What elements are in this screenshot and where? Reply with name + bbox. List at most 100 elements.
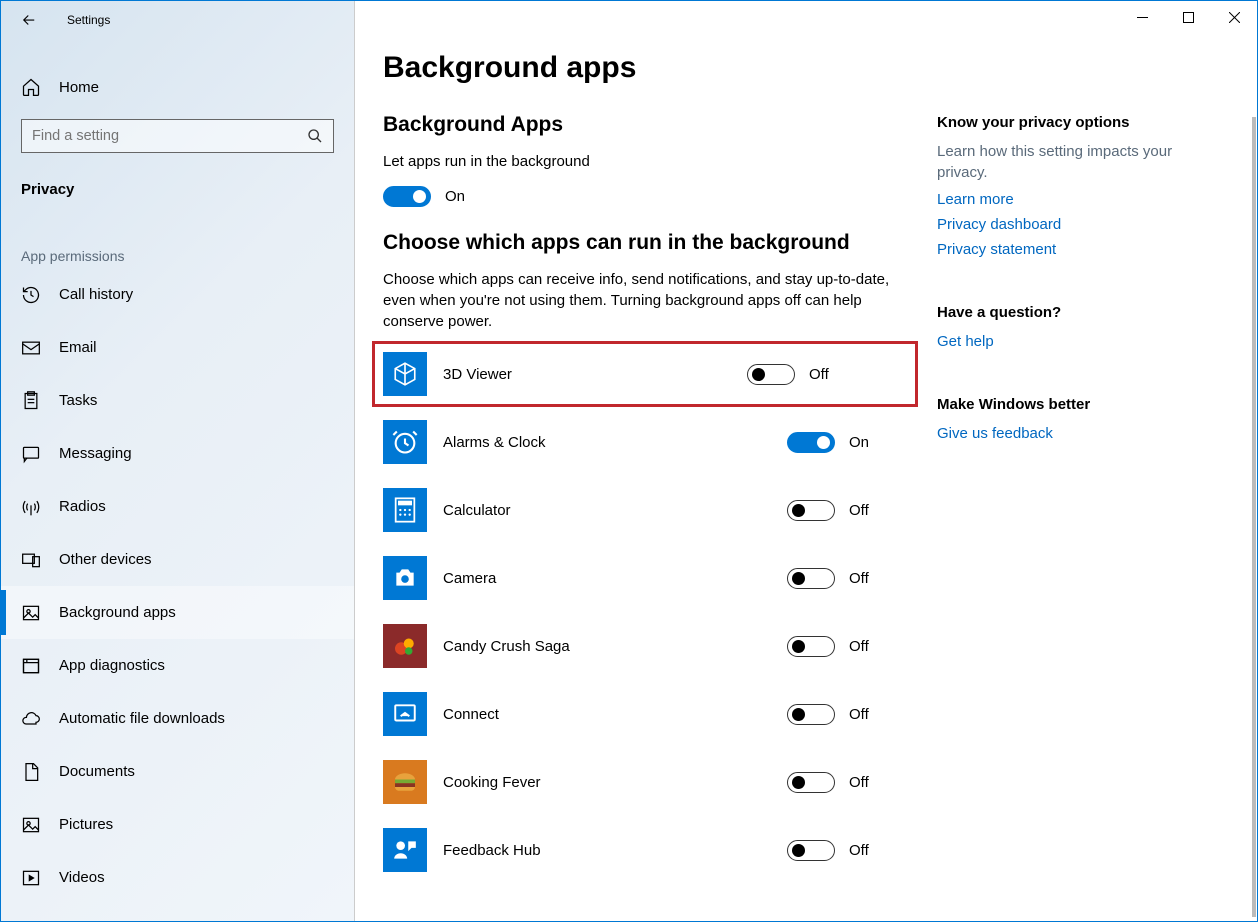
sidebar-item-background-apps[interactable]: Background apps: [1, 586, 354, 639]
search-input[interactable]: [32, 128, 307, 144]
app-row-feedback-hub: Feedback Hub Off: [383, 828, 907, 872]
privacy-options-desc: Learn how this setting impacts your priv…: [937, 141, 1217, 183]
close-button[interactable]: [1211, 1, 1257, 33]
app-name-label: 3D Viewer: [443, 366, 731, 383]
app-name-label: Connect: [443, 706, 771, 723]
minimize-button[interactable]: [1119, 1, 1165, 33]
sidebar-item-other-devices[interactable]: Other devices: [1, 533, 354, 586]
sidebar-item-label: Tasks: [59, 392, 97, 409]
sidebar-item-app-diagnostics[interactable]: App diagnostics: [1, 639, 354, 692]
sidebar-item-messaging[interactable]: Messaging: [1, 427, 354, 480]
sidebar: Settings Home Privacy App permissions Ca…: [1, 1, 355, 921]
home-label: Home: [59, 79, 99, 96]
sidebar-item-tasks[interactable]: Tasks: [1, 374, 354, 427]
sidebar-item-videos[interactable]: Videos: [1, 851, 354, 904]
right-sidebar: Know your privacy options Learn how this…: [937, 51, 1217, 921]
picture-icon: [21, 815, 41, 835]
clipboard-icon: [21, 391, 41, 411]
feedback-icon: [383, 828, 427, 872]
app-name-label: Candy Crush Saga: [443, 638, 771, 655]
section-label: App permissions: [1, 208, 354, 268]
app-name-label: Calculator: [443, 502, 771, 519]
app-name-label: Alarms & Clock: [443, 434, 771, 451]
app-row-candy-crush-saga: Candy Crush Saga Off: [383, 624, 907, 668]
app-row-connect: Connect Off: [383, 692, 907, 736]
diagnostics-icon: [21, 656, 41, 676]
app-toggle[interactable]: [787, 704, 835, 725]
make-windows-better-heading: Make Windows better: [937, 396, 1217, 413]
section-heading-background-apps: Background Apps: [383, 113, 907, 137]
home-nav[interactable]: Home: [1, 67, 354, 107]
cast-icon: [383, 692, 427, 736]
sidebar-item-email[interactable]: Email: [1, 321, 354, 374]
section-heading-choose-apps: Choose which apps can run in the backgro…: [383, 231, 907, 255]
app-row-alarms-clock: Alarms & Clock On: [383, 420, 907, 464]
search-box[interactable]: [21, 119, 334, 153]
app-toggle[interactable]: [787, 500, 835, 521]
main-content: Background apps Background Apps Let apps…: [383, 51, 907, 921]
app-toggle[interactable]: [787, 636, 835, 657]
chat-icon: [21, 444, 41, 464]
sidebar-item-label: Automatic file downloads: [59, 710, 225, 727]
app-name-label: Camera: [443, 570, 771, 587]
app-toggle[interactable]: [787, 432, 835, 453]
sidebar-item-label: Email: [59, 339, 97, 356]
calculator-icon: [383, 488, 427, 532]
app-toggle-label: Off: [809, 366, 829, 383]
link-privacy-statement[interactable]: Privacy statement: [937, 239, 1217, 260]
titlebar: Settings: [1, 1, 354, 39]
section2-desc: Choose which apps can receive info, send…: [383, 269, 907, 332]
have-question-heading: Have a question?: [937, 304, 1217, 321]
link-get-help[interactable]: Get help: [937, 331, 1217, 352]
devices-icon: [21, 550, 41, 570]
category-label: Privacy: [1, 153, 354, 208]
app-toggle[interactable]: [747, 364, 795, 385]
app-toggle-label: On: [849, 434, 869, 451]
sidebar-item-call-history[interactable]: Call history: [1, 268, 354, 321]
sidebar-item-pictures[interactable]: Pictures: [1, 798, 354, 851]
video-icon: [21, 868, 41, 888]
burger-icon: [383, 760, 427, 804]
document-icon: [21, 762, 41, 782]
link-give-feedback[interactable]: Give us feedback: [937, 423, 1217, 444]
app-row-calculator: Calculator Off: [383, 488, 907, 532]
sidebar-item-automatic-file-downloads[interactable]: Automatic file downloads: [1, 692, 354, 745]
mail-icon: [21, 338, 41, 358]
master-toggle[interactable]: [383, 186, 431, 207]
app-row-3d-viewer: 3D Viewer Off: [383, 352, 907, 396]
sidebar-item-label: Call history: [59, 286, 133, 303]
app-toggle[interactable]: [787, 568, 835, 589]
picture-icon: [21, 603, 41, 623]
back-button[interactable]: [11, 2, 47, 38]
sidebar-item-label: App diagnostics: [59, 657, 165, 674]
sidebar-item-label: Documents: [59, 763, 135, 780]
app-toggle-label: Off: [849, 570, 869, 587]
app-toggle[interactable]: [787, 840, 835, 861]
app-name-label: Feedback Hub: [443, 842, 771, 859]
search-icon: [307, 128, 323, 144]
alarm-icon: [383, 420, 427, 464]
cube-icon: [383, 352, 427, 396]
app-toggle-label: Off: [849, 706, 869, 723]
app-toggle-label: Off: [849, 774, 869, 791]
camera-icon: [383, 556, 427, 600]
sidebar-item-documents[interactable]: Documents: [1, 745, 354, 798]
sidebar-item-label: Videos: [59, 869, 105, 886]
cloud-icon: [21, 709, 41, 729]
antenna-icon: [21, 497, 41, 517]
sidebar-item-label: Radios: [59, 498, 106, 515]
history-icon: [21, 285, 41, 305]
page-title: Background apps: [383, 51, 907, 85]
app-toggle-label: Off: [849, 638, 869, 655]
app-toggle[interactable]: [787, 772, 835, 793]
link-privacy-dashboard[interactable]: Privacy dashboard: [937, 214, 1217, 235]
privacy-options-heading: Know your privacy options: [937, 114, 1217, 131]
app-row-cooking-fever: Cooking Fever Off: [383, 760, 907, 804]
app-name-label: Cooking Fever: [443, 774, 771, 791]
link-learn-more[interactable]: Learn more: [937, 189, 1217, 210]
scrollbar[interactable]: [1252, 117, 1256, 917]
section1-desc: Let apps run in the background: [383, 151, 907, 172]
sidebar-item-label: Other devices: [59, 551, 152, 568]
sidebar-item-radios[interactable]: Radios: [1, 480, 354, 533]
maximize-button[interactable]: [1165, 1, 1211, 33]
